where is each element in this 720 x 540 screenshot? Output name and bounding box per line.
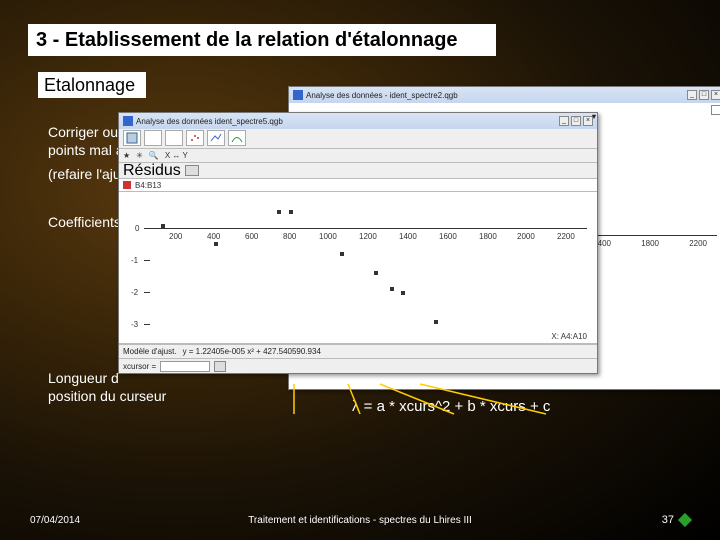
swap-axes-button[interactable]: X ↔ Y <box>165 151 188 160</box>
ytick: 0 <box>135 224 139 233</box>
save-icon[interactable] <box>123 130 141 146</box>
xtick: 1400 <box>399 232 417 241</box>
window-back-title: Analyse des données - ident_spectre2.qgb <box>306 91 458 100</box>
residuals-dropdown[interactable]: Résidus <box>123 162 181 180</box>
data-point <box>401 291 405 295</box>
xtick: 200 <box>169 232 182 241</box>
toolbar <box>119 129 597 149</box>
minimize-button[interactable]: _ <box>559 116 569 126</box>
body-text-1: Corriger ou points mal a <box>48 124 123 159</box>
zoom-icon[interactable]: 🔍 <box>149 151 159 160</box>
scatter-icon[interactable] <box>186 130 204 146</box>
data-point <box>289 210 293 214</box>
front-plot-area[interactable]: 200 400 600 800 1000 1200 1400 1600 1800… <box>119 192 597 344</box>
xtick: 2200 <box>557 232 575 241</box>
body-text-4: Longueur d position du curseur <box>48 370 166 405</box>
body-text-2: (refaire l'aju <box>48 166 121 184</box>
diamond-icon <box>678 513 692 527</box>
ytick: -2 <box>131 288 138 297</box>
fit-icon[interactable] <box>228 130 246 146</box>
window-front-title: Analyse des données ident_spectre5.qgb <box>136 117 283 126</box>
ytick: -1 <box>131 256 138 265</box>
xtick: 1000 <box>319 232 337 241</box>
line-icon[interactable] <box>207 130 225 146</box>
sun-icon[interactable]: ✳ <box>136 151 143 160</box>
xcursor-label: xcursor = <box>123 362 156 371</box>
maximize-button[interactable]: □ <box>699 90 709 100</box>
data-point <box>214 242 218 246</box>
cell-range: B4:B13 <box>135 181 161 190</box>
app-icon <box>293 90 303 100</box>
minimize-button[interactable]: _ <box>687 90 697 100</box>
cell-readout: B4:B13 <box>119 179 597 192</box>
xtick: 800 <box>283 232 296 241</box>
body-text-3: Coefficients <box>48 214 121 232</box>
ytick: -3 <box>131 320 138 329</box>
front-x-axis <box>147 228 587 229</box>
formula-text: λ = a * xcurs^2 + b * xcurs + c <box>352 398 550 415</box>
data-point <box>390 287 394 291</box>
data-point <box>434 320 438 324</box>
model-bar: Modèle d'ajust. y = 1.22405e-005 x² + 42… <box>119 344 597 359</box>
footer-page: 37 <box>662 514 690 526</box>
inset-restore-button[interactable] <box>711 105 720 115</box>
mode-row: Résidus <box>119 163 597 179</box>
data-point <box>161 224 165 228</box>
data-point <box>340 252 344 256</box>
xtick: 2000 <box>517 232 535 241</box>
model-formula-display[interactable]: y = 1.22405e-005 x² + 427.540590.934 <box>183 347 321 356</box>
page-subtitle: Etalonnage <box>38 72 146 98</box>
cell-label: X: A4:A10 <box>551 332 587 341</box>
model-label: Modèle d'ajust. <box>123 347 177 356</box>
selection-indicator <box>123 181 131 189</box>
page-title: 3 - Etablissement de la relation d'étalo… <box>28 24 496 56</box>
xtick: 400 <box>207 232 220 241</box>
app-icon <box>123 116 133 126</box>
page-number: 37 <box>662 514 674 526</box>
xtick: 1800 <box>479 232 497 241</box>
xtick-2200: 2200 <box>689 239 707 248</box>
slide-root: 3 - Etablissement de la relation d'étalo… <box>0 0 720 540</box>
window-front-titlebar[interactable]: Analyse des données ident_spectre5.qgb _… <box>119 113 597 129</box>
maximize-button[interactable]: □ <box>571 116 581 126</box>
data-point <box>277 210 281 214</box>
camera-icon[interactable] <box>185 165 199 176</box>
window-front: Analyse des données ident_spectre5.qgb _… <box>118 112 598 374</box>
close-button[interactable]: × <box>711 90 720 100</box>
star-icon[interactable]: ★ <box>123 151 130 160</box>
xtick-1800: 1800 <box>641 239 659 248</box>
toolbar-sub: ★ ✳ 🔍 X ↔ Y <box>119 149 597 164</box>
barchart-icon[interactable] <box>144 130 162 146</box>
xcursor-input[interactable] <box>160 361 210 372</box>
barchart2-icon[interactable] <box>165 130 183 146</box>
data-point <box>374 271 378 275</box>
run-button[interactable] <box>214 361 226 372</box>
xtick: 1600 <box>439 232 457 241</box>
cursor-bar: xcursor = <box>119 358 597 373</box>
window-back-titlebar[interactable]: Analyse des données - ident_spectre2.qgb… <box>289 87 720 103</box>
xtick: 1200 <box>359 232 377 241</box>
xtick: 600 <box>245 232 258 241</box>
footer-center: Traitement et identifications - spectres… <box>0 515 720 526</box>
